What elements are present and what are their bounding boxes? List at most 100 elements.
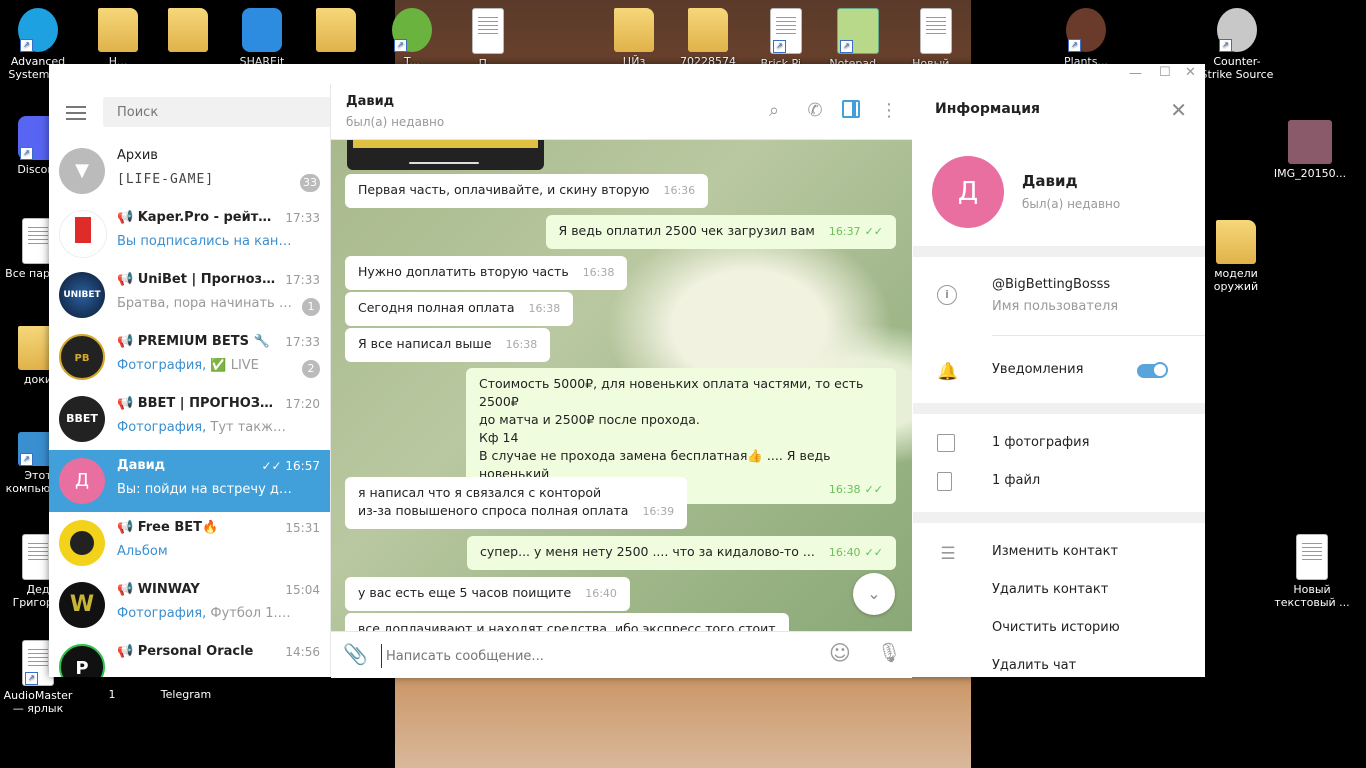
contact-name: Давид xyxy=(1022,172,1078,190)
clear-history-button[interactable]: Очистить историю xyxy=(992,620,1120,635)
menu-icon[interactable] xyxy=(66,106,86,120)
chat-preview: Альбом xyxy=(117,544,168,559)
info-panel-title: Информация xyxy=(935,101,1040,117)
desktop-icon-counter-strike[interactable]: ↗ Counter-Strike Source xyxy=(1199,8,1275,81)
chat-preview: [LIFE-GAME] xyxy=(117,172,215,187)
info-panel: Информация ✕ Д Давид был(а) недавно i @B… xyxy=(913,84,1205,677)
chat-preview: Братва, пора начинать на... xyxy=(117,296,293,311)
minimize-icon[interactable]: — xyxy=(1129,66,1142,81)
double-check-icon: ✓✓ xyxy=(261,459,286,473)
chat-item-bbet[interactable]: BBET 📢 BBET | ПРОГНОЗЫ Н... 17:20 Фотогр… xyxy=(49,388,330,450)
chat-name: 📢 BBET | ПРОГНОЗЫ Н... xyxy=(117,396,279,411)
actions-section: ☰ Изменить контакт Удалить контакт Очист… xyxy=(913,523,1205,677)
chat-item-personal-oracle[interactable]: P 📢 Personal Oracle 14:56 xyxy=(49,636,330,677)
delete-contact-button[interactable]: Удалить контакт xyxy=(992,582,1108,597)
desktop-icon-doc[interactable]: П... xyxy=(450,8,526,70)
desktop-icon-plants[interactable]: ↗ Plants... xyxy=(1048,8,1124,68)
attach-icon[interactable]: 📎 xyxy=(343,642,368,666)
phone-icon[interactable]: ✆ xyxy=(803,99,827,123)
shareit-icon xyxy=(242,8,282,52)
photos-link[interactable]: 1 фотография xyxy=(992,435,1089,450)
username[interactable]: @BigBettingBosss xyxy=(992,277,1110,292)
chat-title: Давид xyxy=(346,94,395,109)
desktop-icon-new-text[interactable]: Новый текстовый ... xyxy=(1274,534,1350,609)
unread-badge: 33 xyxy=(300,174,320,192)
message-bubble-in[interactable]: я написал что я связался с конторой из-з… xyxy=(345,477,688,529)
desktop-icon-folder[interactable] xyxy=(150,8,226,55)
desktop-icon-1[interactable]: 1 xyxy=(74,688,150,701)
more-vertical-icon[interactable]: ⋮ xyxy=(877,99,901,123)
divider xyxy=(992,335,1205,336)
search-icon[interactable]: ⌕ xyxy=(762,99,786,123)
chat-preview: Фотография, Тут также гол, с п... xyxy=(117,420,293,435)
chat-header[interactable]: Давид был(а) недавно ⌕ ✆ ⋮ xyxy=(331,84,912,140)
scroll-down-button[interactable]: ⌄ xyxy=(853,573,895,615)
photo-message[interactable] xyxy=(347,140,544,170)
desktop-icon-doc-2[interactable]: ↗ Brick Pi... xyxy=(748,8,824,70)
message-bubble-in[interactable]: Нужно доплатить вторую часть 16:38 xyxy=(345,256,628,290)
microphone-icon[interactable]: 🎙 xyxy=(877,641,901,664)
chat-time: 14:56 xyxy=(285,645,320,659)
double-check-icon: ✓✓ xyxy=(864,225,883,238)
search-input[interactable] xyxy=(103,97,330,127)
desktop-icon-utorrent[interactable]: ↗ T... xyxy=(374,8,450,68)
chat-preview: Фотография, Футбол 1.5 / 2 Тр... xyxy=(117,606,293,621)
desktop-icon-telegram[interactable]: Telegram xyxy=(148,688,224,701)
chat-item-kaper[interactable]: 📢 Kaper.Pro - рейтинг ... 17:33 Вы подпи… xyxy=(49,202,330,264)
file-icon xyxy=(937,472,952,491)
desktop-icon-2[interactable]: H... xyxy=(80,8,156,68)
maximize-icon[interactable]: ☐ xyxy=(1159,65,1171,80)
emoji-icon[interactable]: ☺ xyxy=(829,641,851,665)
media-section: 1 фотография 1 файл xyxy=(913,414,1205,512)
desktop-icon-folder-2[interactable] xyxy=(298,8,374,55)
compose-bar: 📎 ☺ 🎙 xyxy=(331,631,912,678)
chat-time: 15:04 xyxy=(285,583,320,597)
message-bubble-in[interactable]: Я все написал выше 16:38 xyxy=(345,328,551,362)
unread-badge: 1 xyxy=(302,298,320,316)
telegram-window: — ☐ ✕ ▼ Архив [LIFE-GAME] 33 📢 Kaper.Pro… xyxy=(49,64,1205,678)
info-icon: i xyxy=(937,285,957,305)
chat-preview: Вы: пойди на встречу дай 3 соб... xyxy=(117,482,293,497)
notifications-toggle[interactable] xyxy=(1137,362,1168,378)
chat-time: 17:33 xyxy=(285,273,320,287)
desktop-icon-weapon-models[interactable]: модели оружий xyxy=(1198,220,1274,293)
chat-item-david[interactable]: Д Давид ✓✓ 16:57 Вы: пойди на встречу да… xyxy=(49,450,330,512)
chat-item-winway[interactable]: W 📢 WINWAY 15:04 Фотография, Футбол 1.5 … xyxy=(49,574,330,636)
chat-name: 📢 UniBet | Прогнозы н... xyxy=(117,272,279,287)
desktop-icon-notepad[interactable]: ↗ Notepad... xyxy=(820,8,896,70)
files-link[interactable]: 1 файл xyxy=(992,473,1040,488)
game-icon: ↗ xyxy=(1066,8,1106,52)
message-bubble-in[interactable]: Первая часть, оплачивайте, и скину втору… xyxy=(345,174,709,208)
username-label: Имя пользователя xyxy=(992,299,1119,314)
avatar: P xyxy=(59,644,105,677)
edit-contact-button[interactable]: Изменить контакт xyxy=(992,544,1118,559)
avatar[interactable]: Д xyxy=(932,156,1004,228)
close-window-icon[interactable]: ✕ xyxy=(1185,65,1196,80)
chat-item-premium-bets[interactable]: PB 📢 PREMIUM BETS 🔧 17:33 Фотография, ✅ … xyxy=(49,326,330,388)
message-bubble-out[interactable]: супер... у меня нету 2500 .... что за ки… xyxy=(467,536,896,570)
message-input[interactable] xyxy=(381,644,808,668)
message-bubble-in[interactable]: Сегодня полная оплата 16:38 xyxy=(345,292,574,326)
chat-item-unibet[interactable]: UNIBET 📢 UniBet | Прогнозы н... 17:33 Бр… xyxy=(49,264,330,326)
folder-icon xyxy=(316,8,356,52)
chat-status: был(а) недавно xyxy=(346,115,445,129)
message-bubble-in[interactable]: все доплачивают и находят средства, ибо … xyxy=(345,613,789,631)
desktop-icon-folder-4[interactable]: 70228574 xyxy=(670,8,746,68)
message-bubble-out[interactable]: Я ведь оплатил 2500 чек загрузил вам 16:3… xyxy=(545,215,896,249)
chat-item-archive[interactable]: ▼ Архив [LIFE-GAME] 33 xyxy=(49,140,330,202)
avatar: UNIBET xyxy=(59,272,105,318)
chat-time: 17:20 xyxy=(285,397,320,411)
list-icon: ☰ xyxy=(940,544,956,564)
desktop-icon-folder-3[interactable]: ЦЙз xyxy=(596,8,672,68)
desktop-icon-img[interactable]: IMG_20150... xyxy=(1272,120,1348,180)
delete-chat-button[interactable]: Удалить чат xyxy=(992,658,1076,673)
info-panel-toggle-icon[interactable] xyxy=(842,100,860,118)
double-check-icon: ✓✓ xyxy=(864,483,883,496)
message-bubble-in[interactable]: у вас есть еще 5 часов поищите 16:40 xyxy=(345,577,630,611)
chat-item-free-bet[interactable]: 📢 Free BET🔥 15:31 Альбом xyxy=(49,512,330,574)
close-icon[interactable]: ✕ xyxy=(1170,98,1187,122)
chat-name: Давид xyxy=(117,458,166,473)
desktop-icon-shareit[interactable]: SHAREit xyxy=(224,8,300,68)
desktop-icon-doc-3[interactable]: Новый... xyxy=(898,8,974,70)
message-history[interactable]: Первая часть, оплачивайте, и скину втору… xyxy=(331,140,912,631)
